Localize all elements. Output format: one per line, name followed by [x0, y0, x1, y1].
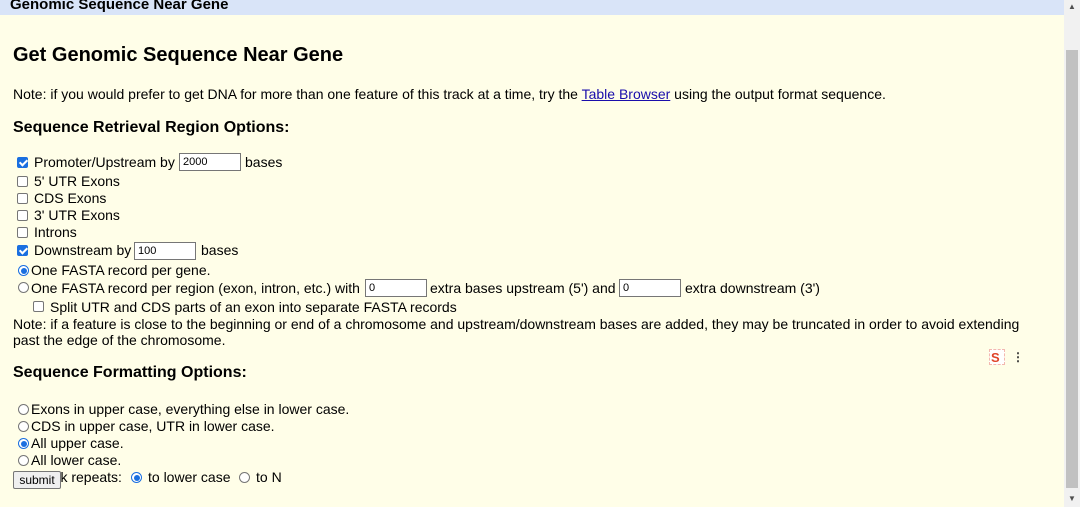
all-upper-label: All upper case.	[31, 435, 124, 451]
extra-downstream-label: extra downstream (3')	[685, 280, 820, 296]
one-per-gene-radio[interactable]	[18, 265, 29, 276]
downstream-checkbox[interactable]	[17, 245, 28, 256]
mask-to-n-label: to N	[256, 469, 282, 485]
downstream-bases-input[interactable]	[134, 242, 196, 260]
downstream-label: Downstream by	[34, 242, 132, 258]
downstream-bases-unit: bases	[201, 242, 239, 258]
title-bar-text: Genomic Sequence Near Gene	[10, 0, 229, 13]
utr5-label: 5' UTR Exons	[34, 173, 120, 189]
utr3-checkbox[interactable]	[17, 210, 28, 221]
note-text-before: Note: if you would prefer to get DNA for…	[13, 86, 582, 102]
extra-downstream-input[interactable]	[619, 279, 681, 297]
utr5-checkbox[interactable]	[17, 176, 28, 187]
introns-label: Introns	[34, 224, 77, 240]
one-per-region-label: One FASTA record per region (exon, intro…	[31, 280, 360, 296]
promoter-label: Promoter/Upstream by	[34, 154, 175, 170]
extension-menu-icon[interactable]: ⋮	[1012, 350, 1024, 364]
cds-upper-label: CDS in upper case, UTR in lower case.	[31, 418, 275, 434]
cds-label: CDS Exons	[34, 190, 107, 206]
split-utr-cds-label: Split UTR and CDS parts of an exon into …	[50, 299, 457, 315]
extra-upstream-input[interactable]	[365, 279, 427, 297]
note-text-after: using the output format sequence.	[670, 86, 886, 102]
exons-upper-label: Exons in upper case, everything else in …	[31, 401, 350, 417]
extension-icon[interactable]: S	[989, 349, 1005, 365]
cds-upper-radio[interactable]	[18, 421, 29, 432]
formatting-options-heading: Sequence Formatting Options:	[13, 364, 247, 381]
scroll-down-icon[interactable]: ▼	[1068, 494, 1076, 503]
submit-button[interactable]: submit	[13, 471, 61, 489]
extra-upstream-label: extra bases upstream (5') and	[430, 280, 616, 296]
page-title: Get Genomic Sequence Near Gene	[13, 44, 344, 66]
chromosome-edge-note-line1: Note: if a feature is close to the begin…	[13, 316, 1020, 332]
utr3-label: 3' UTR Exons	[34, 207, 120, 223]
main-content: Get Genomic Sequence Near Gene Note: if …	[0, 15, 1064, 507]
chromosome-edge-note-line2: past the edge of the chromosome.	[13, 332, 226, 348]
scroll-up-icon[interactable]: ▲	[1068, 2, 1076, 11]
region-options-heading: Sequence Retrieval Region Options:	[13, 119, 290, 136]
one-per-region-radio[interactable]	[18, 282, 29, 293]
mask-to-lower-radio[interactable]	[131, 472, 142, 483]
all-lower-radio[interactable]	[18, 455, 29, 466]
one-per-gene-label: One FASTA record per gene.	[31, 262, 211, 278]
exons-upper-radio[interactable]	[18, 404, 29, 415]
split-utr-cds-checkbox[interactable]	[33, 301, 44, 312]
all-lower-label: All lower case.	[31, 452, 122, 468]
promoter-bases-unit: bases	[245, 154, 283, 170]
cds-checkbox[interactable]	[17, 193, 28, 204]
introns-checkbox[interactable]	[17, 227, 28, 238]
vertical-scrollbar[interactable]: ▲ ▼	[1064, 0, 1080, 507]
scrollbar-thumb[interactable]	[1066, 50, 1078, 488]
promoter-checkbox[interactable]	[17, 157, 28, 168]
title-bar: Genomic Sequence Near Gene	[0, 0, 1064, 15]
mask-to-n-radio[interactable]	[239, 472, 250, 483]
mask-to-lower-label: to lower case	[148, 469, 231, 485]
promoter-bases-input[interactable]	[179, 153, 241, 171]
table-browser-note: Note: if you would prefer to get DNA for…	[13, 86, 886, 102]
table-browser-link[interactable]: Table Browser	[582, 86, 671, 102]
all-upper-radio[interactable]	[18, 438, 29, 449]
extension-s-icon: S	[991, 350, 1000, 365]
